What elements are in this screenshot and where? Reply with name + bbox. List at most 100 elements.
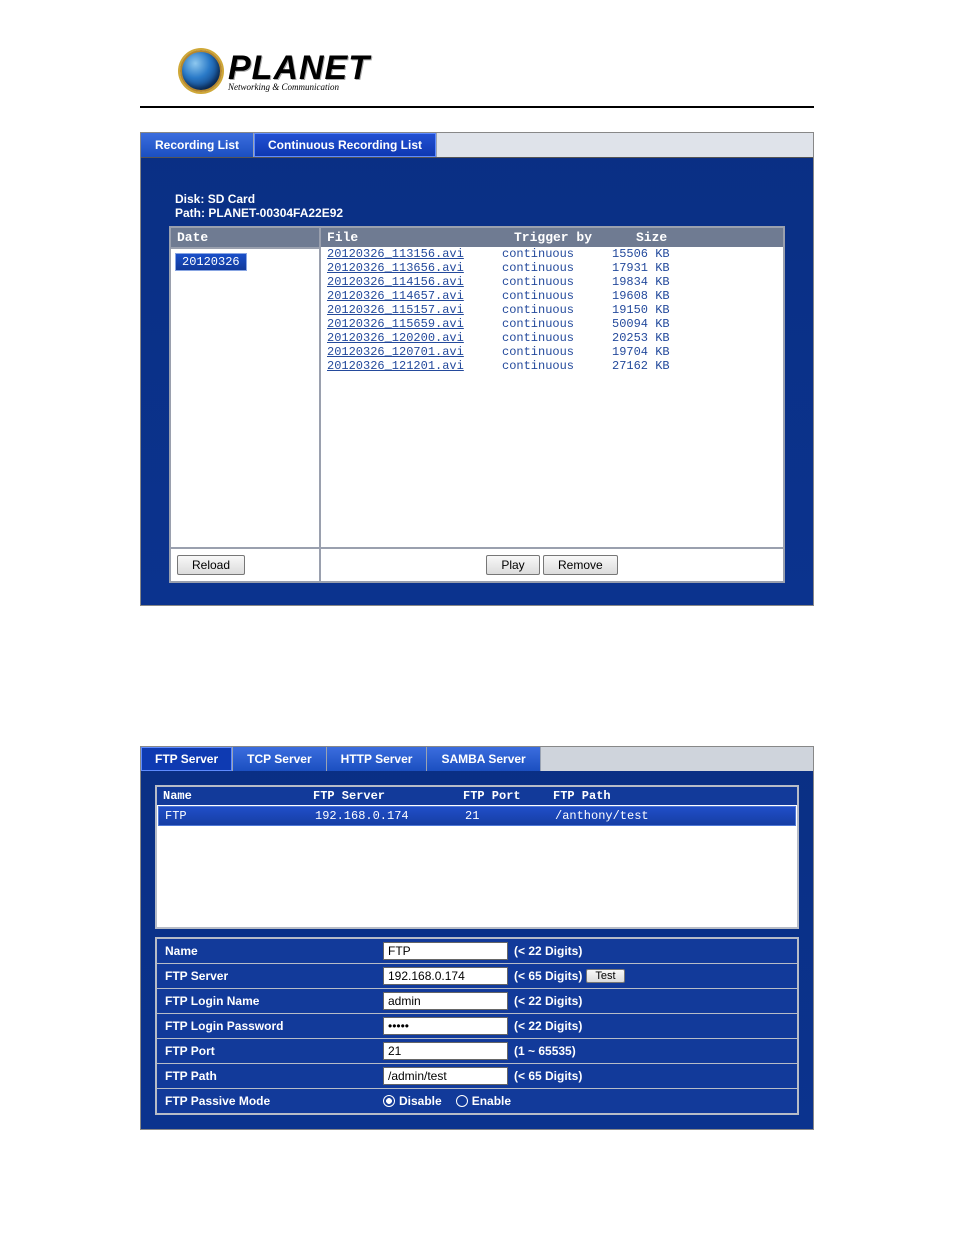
tab-tcp-server[interactable]: TCP Server <box>233 747 326 771</box>
table-row: 20120326_115659.avicontinuous50094 KB <box>321 317 783 331</box>
tab-recording-list[interactable]: Recording List <box>141 133 254 157</box>
tab-continuous-recording-list[interactable]: Continuous Recording List <box>254 133 437 157</box>
hint-name: (< 22 Digits) <box>514 944 582 958</box>
divider <box>140 106 814 108</box>
hint-login: (< 22 Digits) <box>514 994 582 1008</box>
path-line: Path: PLANET-00304FA22E92 <box>175 206 785 220</box>
col-file-header: File <box>321 228 508 247</box>
tab-ftp-server[interactable]: FTP Server <box>141 747 233 771</box>
reload-button[interactable]: Reload <box>177 555 245 575</box>
trigger-cell: continuous <box>502 317 612 331</box>
input-login[interactable] <box>383 992 508 1010</box>
radio-enable[interactable]: Enable <box>456 1094 511 1108</box>
label-password: FTP Login Password <box>157 1014 383 1038</box>
trigger-cell: continuous <box>502 289 612 303</box>
file-link[interactable]: 20120326_114657.avi <box>327 289 502 303</box>
file-link[interactable]: 20120326_113656.avi <box>327 261 502 275</box>
server-tabs: FTP Server TCP Server HTTP Server SAMBA … <box>141 747 813 771</box>
input-server[interactable] <box>383 967 508 985</box>
recording-panel: Recording List Continuous Recording List… <box>140 132 814 606</box>
ftp-form: Name (< 22 Digits) FTP Server (< 65 Digi… <box>155 937 799 1115</box>
col-date-header: Date <box>171 228 319 249</box>
label-name: Name <box>157 939 383 963</box>
file-link[interactable]: 20120326_115659.avi <box>327 317 502 331</box>
hdr-path: FTP Path <box>547 787 797 805</box>
file-link[interactable]: 20120326_114156.avi <box>327 275 502 289</box>
play-button[interactable]: Play <box>486 555 539 575</box>
trigger-cell: continuous <box>502 359 612 373</box>
input-path[interactable] <box>383 1067 508 1085</box>
table-row: 20120326_114156.avicontinuous19834 KB <box>321 275 783 289</box>
file-link[interactable]: 20120326_115157.avi <box>327 303 502 317</box>
radio-icon <box>456 1095 468 1107</box>
trigger-cell: continuous <box>502 261 612 275</box>
hdr-name: Name <box>157 787 307 805</box>
file-link[interactable]: 20120326_120200.avi <box>327 331 502 345</box>
table-row: 20120326_121201.avicontinuous27162 KB <box>321 359 783 373</box>
table-row: 20120326_113656.avicontinuous17931 KB <box>321 261 783 275</box>
test-button[interactable]: Test <box>586 969 624 983</box>
file-link[interactable]: 20120326_120701.avi <box>327 345 502 359</box>
size-cell: 19608 KB <box>612 289 702 303</box>
hint-password: (< 22 Digits) <box>514 1019 582 1033</box>
server-row[interactable]: FTP 192.168.0.174 21 /anthony/test <box>158 806 796 826</box>
brand-name: PLANET <box>228 51 370 85</box>
label-login: FTP Login Name <box>157 989 383 1013</box>
file-link[interactable]: 20120326_113156.avi <box>327 247 502 261</box>
date-item[interactable]: 20120326 <box>175 253 247 271</box>
brand-logo: PLANET Networking & Communication <box>180 50 954 92</box>
server-list: Name FTP Server FTP Port FTP Path FTP 19… <box>155 785 799 929</box>
hdr-server: FTP Server <box>307 787 457 805</box>
label-server: FTP Server <box>157 964 383 988</box>
trigger-cell: continuous <box>502 303 612 317</box>
disk-label: Disk: <box>175 192 204 206</box>
file-link[interactable]: 20120326_121201.avi <box>327 359 502 373</box>
server-panel: FTP Server TCP Server HTTP Server SAMBA … <box>140 746 814 1130</box>
size-cell: 20253 KB <box>612 331 702 345</box>
row-name: FTP <box>159 807 309 825</box>
globe-icon <box>180 50 222 92</box>
hint-path: (< 65 Digits) <box>514 1069 582 1083</box>
size-cell: 19704 KB <box>612 345 702 359</box>
path-value: PLANET-00304FA22E92 <box>208 206 343 220</box>
path-label: Path: <box>175 206 205 220</box>
hdr-port: FTP Port <box>457 787 547 805</box>
table-row: 20120326_120200.avicontinuous20253 KB <box>321 331 783 345</box>
trigger-cell: continuous <box>502 247 612 261</box>
size-cell: 27162 KB <box>612 359 702 373</box>
input-port[interactable] <box>383 1042 508 1060</box>
remove-button[interactable]: Remove <box>543 555 618 575</box>
radio-disable[interactable]: Disable <box>383 1094 442 1108</box>
table-row: 20120326_115157.avicontinuous19150 KB <box>321 303 783 317</box>
disk-value: SD Card <box>208 192 255 206</box>
radio-icon <box>383 1095 395 1107</box>
brand-tagline: Networking & Communication <box>228 83 370 92</box>
row-server: 192.168.0.174 <box>309 807 459 825</box>
trigger-cell: continuous <box>502 345 612 359</box>
tab-samba-server[interactable]: SAMBA Server <box>427 747 540 771</box>
recording-tabs: Recording List Continuous Recording List <box>141 133 813 158</box>
table-row: 20120326_113156.avicontinuous15506 KB <box>321 247 783 261</box>
size-cell: 50094 KB <box>612 317 702 331</box>
hint-server: (< 65 Digits) <box>514 969 582 983</box>
size-cell: 17931 KB <box>612 261 702 275</box>
trigger-cell: continuous <box>502 331 612 345</box>
trigger-cell: continuous <box>502 275 612 289</box>
col-size-header: Size <box>630 228 732 247</box>
label-passive: FTP Passive Mode <box>157 1089 383 1113</box>
size-cell: 19834 KB <box>612 275 702 289</box>
input-name[interactable] <box>383 942 508 960</box>
col-trigger-header: Trigger by <box>508 228 630 247</box>
size-cell: 19150 KB <box>612 303 702 317</box>
file-list: 20120326_113156.avicontinuous15506 KB201… <box>321 247 783 537</box>
label-port: FTP Port <box>157 1039 383 1063</box>
file-header-row: File Trigger by Size <box>321 228 783 247</box>
row-port: 21 <box>459 807 549 825</box>
row-path: /anthony/test <box>549 807 795 825</box>
size-cell: 15506 KB <box>612 247 702 261</box>
table-row: 20120326_114657.avicontinuous19608 KB <box>321 289 783 303</box>
hint-port: (1 ~ 65535) <box>514 1044 576 1058</box>
table-row: 20120326_120701.avicontinuous19704 KB <box>321 345 783 359</box>
tab-http-server[interactable]: HTTP Server <box>327 747 428 771</box>
input-password[interactable] <box>383 1017 508 1035</box>
